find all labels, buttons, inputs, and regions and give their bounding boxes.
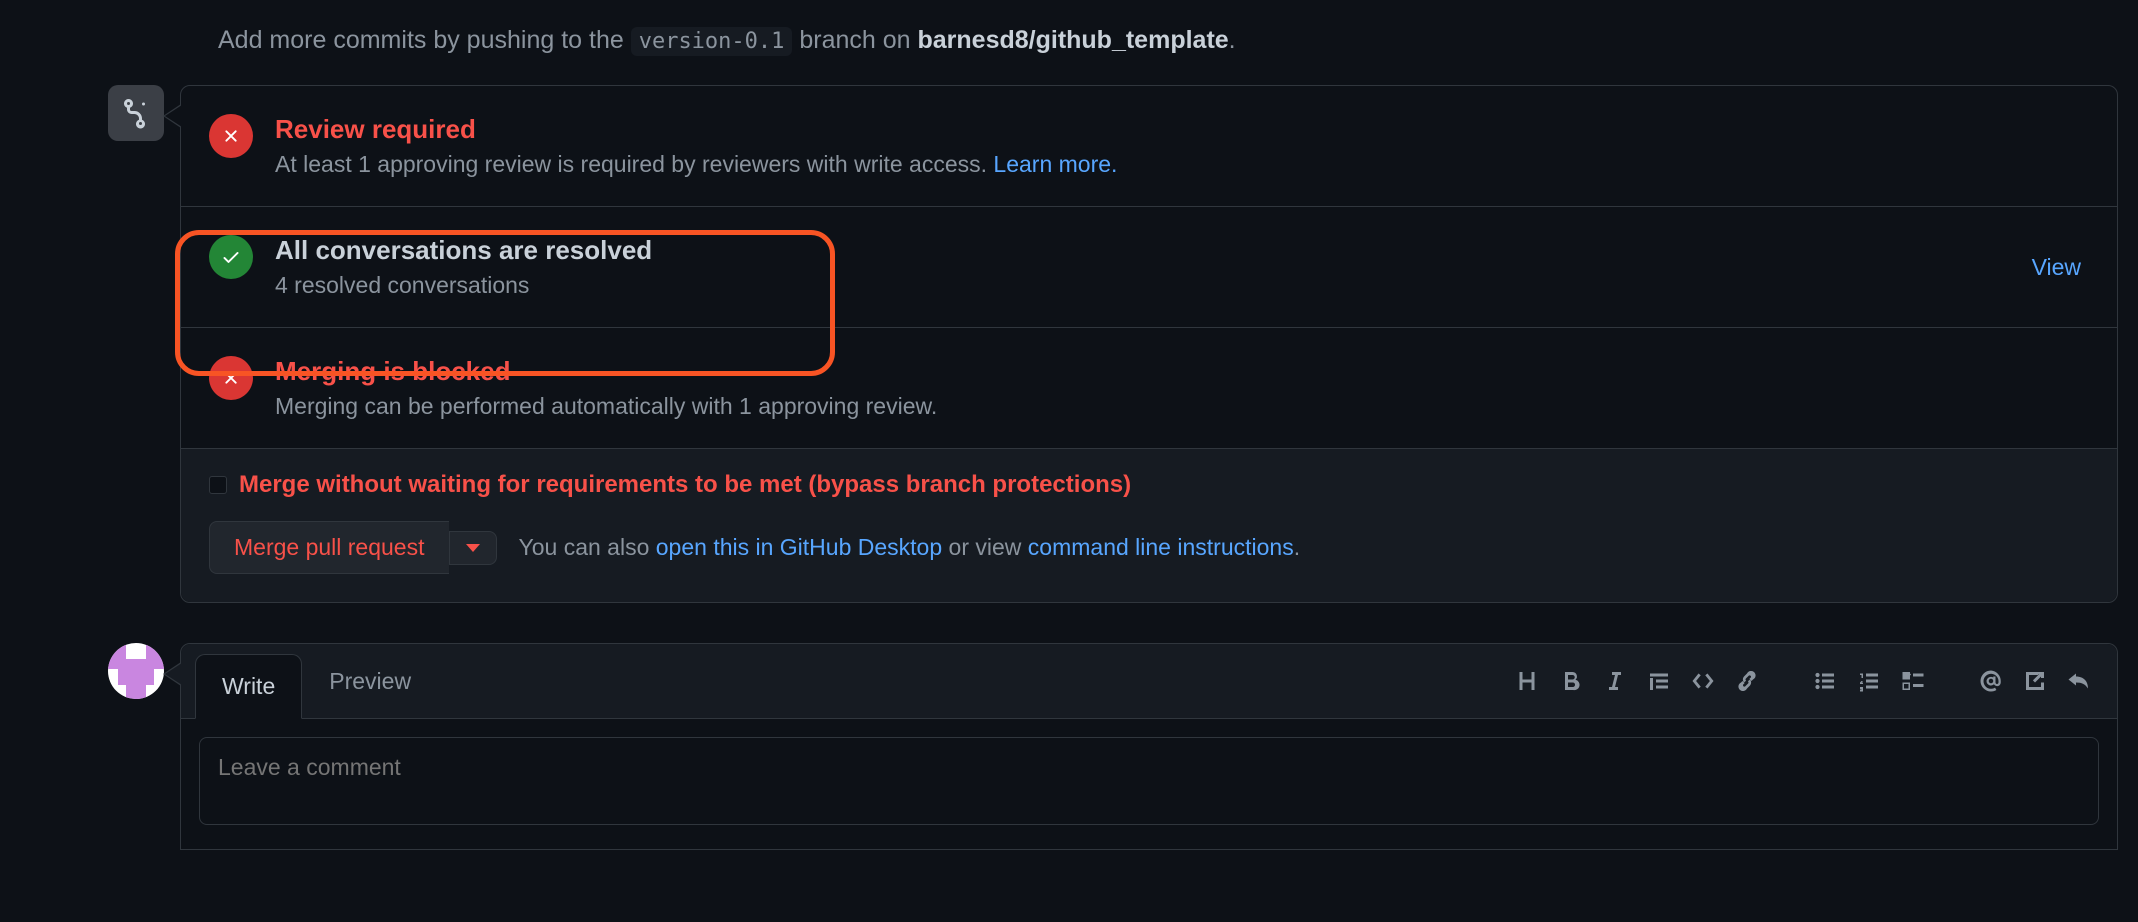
link-icon[interactable]: [1735, 669, 1759, 693]
review-required-title: Review required: [275, 114, 1117, 145]
status-merging-blocked: Merging is blocked Merging can be perfor…: [181, 328, 2117, 448]
push-hint-middle: branch on: [792, 26, 917, 54]
bypass-protections-label[interactable]: Merge without waiting for requirements t…: [209, 471, 2089, 499]
conversations-desc: 4 resolved conversations: [275, 272, 652, 299]
blocked-desc: Merging can be performed automatically w…: [275, 393, 937, 420]
numbered-list-icon[interactable]: [1857, 669, 1881, 693]
markdown-toolbar: [1515, 669, 2101, 693]
blocked-title: Merging is blocked: [275, 356, 937, 387]
bold-icon[interactable]: [1559, 669, 1583, 693]
comment-tabs: Write Preview: [181, 644, 2117, 719]
conversations-title: All conversations are resolved: [275, 235, 652, 266]
merge-footer: Merge without waiting for requirements t…: [181, 448, 2117, 602]
repo-name: barnesd8/github_template: [918, 26, 1229, 54]
merge-options-dropdown[interactable]: [449, 531, 497, 565]
merge-alt-text: You can also open this in GitHub Desktop…: [519, 534, 1301, 561]
merge-status-box: Review required At least 1 approving rev…: [180, 85, 2118, 603]
open-github-desktop-link[interactable]: open this in GitHub Desktop: [656, 534, 942, 560]
view-conversations-link[interactable]: View: [2032, 254, 2081, 281]
x-icon: [209, 114, 253, 158]
bulleted-list-icon[interactable]: [1813, 669, 1837, 693]
bypass-protections-checkbox[interactable]: [209, 476, 227, 494]
cli-instructions-link[interactable]: command line instructions: [1028, 534, 1294, 560]
reply-icon[interactable]: [2067, 669, 2091, 693]
quote-icon[interactable]: [1647, 669, 1671, 693]
cross-reference-icon[interactable]: [2023, 669, 2047, 693]
status-conversations-resolved: All conversations are resolved 4 resolve…: [181, 207, 2117, 328]
avatar: [108, 643, 164, 699]
merge-icon: [108, 85, 164, 141]
tab-write[interactable]: Write: [195, 654, 302, 719]
italic-icon[interactable]: [1603, 669, 1627, 693]
heading-icon[interactable]: [1515, 669, 1539, 693]
status-review-required: Review required At least 1 approving rev…: [181, 86, 2117, 207]
x-icon: [209, 356, 253, 400]
learn-more-link[interactable]: Learn more.: [993, 151, 1117, 177]
mention-icon[interactable]: [1979, 669, 2003, 693]
task-list-icon[interactable]: [1901, 669, 1925, 693]
caret-down-icon: [466, 544, 480, 552]
code-icon[interactable]: [1691, 669, 1715, 693]
push-hint-suffix: .: [1229, 26, 1236, 54]
merge-pull-request-button[interactable]: Merge pull request: [209, 521, 449, 574]
branch-name: version-0.1: [631, 27, 793, 56]
push-hint-prefix: Add more commits by pushing to the: [218, 26, 631, 54]
comment-composer: Write Preview: [180, 643, 2118, 850]
review-required-desc: At least 1 approving review is required …: [275, 151, 1117, 178]
comment-textarea[interactable]: [199, 737, 2099, 825]
tab-preview[interactable]: Preview: [302, 649, 438, 714]
check-icon: [209, 235, 253, 279]
push-hint: Add more commits by pushing to the versi…: [218, 26, 2118, 55]
